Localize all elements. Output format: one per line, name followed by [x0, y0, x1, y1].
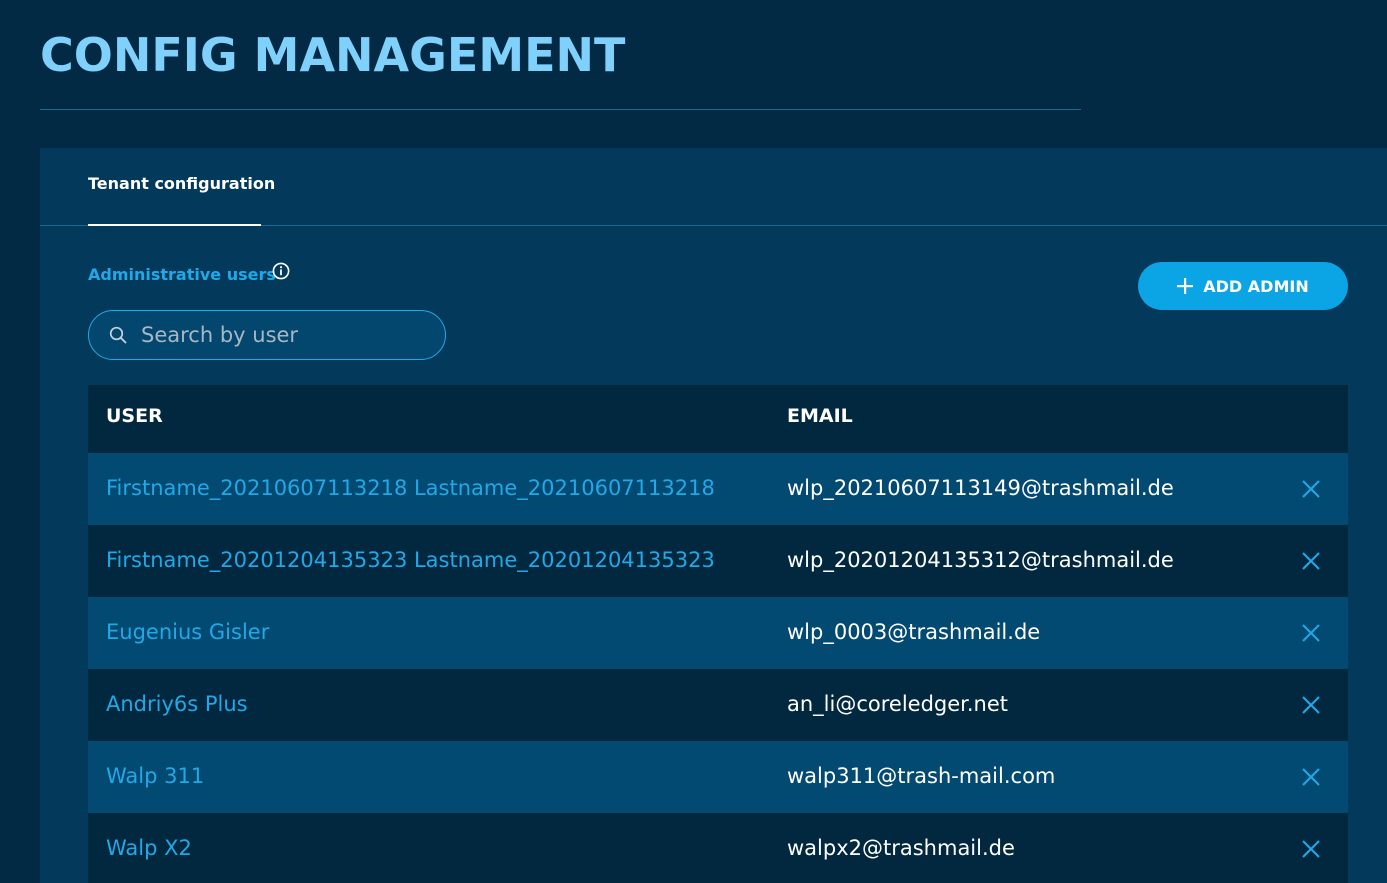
- remove-user-button[interactable]: [1300, 478, 1322, 500]
- table-row: Firstname_20201204135323 Lastname_202012…: [88, 525, 1348, 597]
- close-icon: [1302, 624, 1320, 642]
- user-email: wlp_20201204135312@trashmail.de: [787, 548, 1174, 572]
- user-email: wlp_0003@trashmail.de: [787, 620, 1041, 644]
- search-input[interactable]: [141, 315, 429, 355]
- remove-user-button[interactable]: [1300, 622, 1322, 644]
- close-icon: [1302, 696, 1320, 714]
- user-email: wlp_20210607113149@trashmail.de: [787, 476, 1174, 500]
- close-icon: [1302, 480, 1320, 498]
- user-name-link[interactable]: Firstname_20210607113218 Lastname_202106…: [106, 476, 715, 500]
- config-panel: Tenant configuration Administrative user…: [40, 148, 1387, 883]
- close-icon: [1302, 552, 1320, 570]
- close-icon: [1302, 840, 1320, 858]
- table-row: Eugenius Gisler wlp_0003@trashmail.de: [88, 597, 1348, 669]
- search-icon: [109, 326, 127, 344]
- search-box: [88, 310, 446, 360]
- table-row: Firstname_20210607113218 Lastname_202106…: [88, 453, 1348, 525]
- table-row: Andriy6s Plus an_li@coreledger.net: [88, 669, 1348, 741]
- tabs-bar: Tenant configuration: [40, 148, 1387, 226]
- remove-user-button[interactable]: [1300, 694, 1322, 716]
- user-name-link[interactable]: Walp X2: [106, 836, 192, 860]
- column-header-email: EMAIL: [787, 405, 853, 427]
- config-management-page: CONFIG MANAGEMENT Tenant configuration A…: [0, 0, 1387, 883]
- column-header-user: USER: [106, 405, 163, 427]
- user-email: an_li@coreledger.net: [787, 692, 1009, 716]
- title-divider: [40, 109, 1081, 110]
- table-header: USER EMAIL: [88, 385, 1348, 453]
- close-icon: [1302, 768, 1320, 786]
- remove-user-button[interactable]: [1300, 550, 1322, 572]
- user-email: walp311@trash-mail.com: [787, 764, 1056, 788]
- add-admin-label: ADD ADMIN: [1203, 276, 1309, 296]
- tab-label: Tenant configuration: [88, 174, 276, 193]
- user-name-link[interactable]: Eugenius Gisler: [106, 620, 269, 644]
- info-icon[interactable]: [272, 262, 290, 280]
- remove-user-button[interactable]: [1300, 838, 1322, 860]
- tab-tenant-configuration[interactable]: Tenant configuration: [88, 148, 275, 226]
- user-name-link[interactable]: Andriy6s Plus: [106, 692, 248, 716]
- active-tab-indicator: [88, 224, 261, 226]
- plus-icon: [1177, 278, 1194, 294]
- user-name-link[interactable]: Walp 311: [106, 764, 204, 788]
- user-name-link[interactable]: Firstname_20201204135323 Lastname_202012…: [106, 548, 715, 572]
- page-title: CONFIG MANAGEMENT: [40, 28, 626, 82]
- user-email: walpx2@trashmail.de: [787, 836, 1015, 860]
- table-row: Walp 311 walp311@trash-mail.com: [88, 741, 1348, 813]
- add-admin-button[interactable]: ADD ADMIN: [1138, 262, 1348, 310]
- section-label-administrative-users: Administrative users: [88, 265, 276, 284]
- table-row: Walp X2 walpx2@trashmail.de: [88, 813, 1348, 883]
- remove-user-button[interactable]: [1300, 766, 1322, 788]
- admin-users-table: USER EMAIL Firstname_20210607113218 Last…: [88, 385, 1348, 883]
